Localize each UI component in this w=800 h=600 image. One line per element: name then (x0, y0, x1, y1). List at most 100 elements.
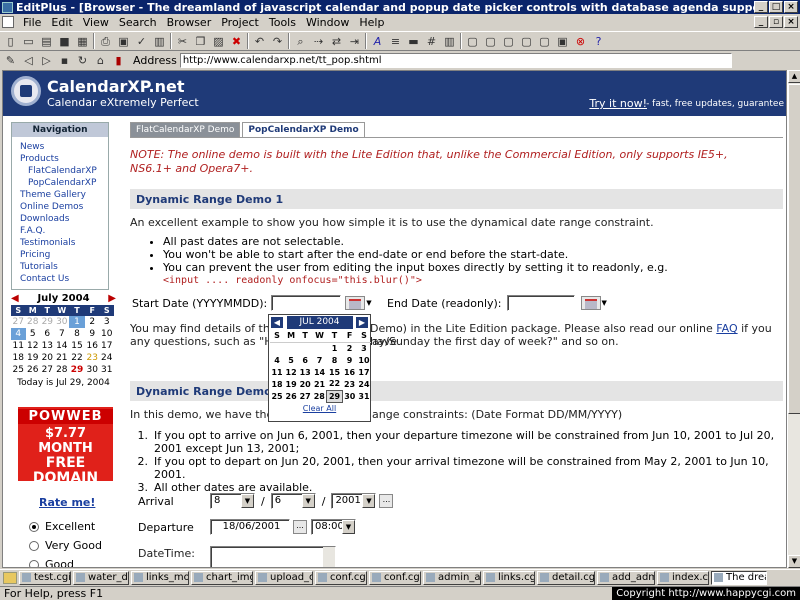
menu-window[interactable]: Window (301, 16, 354, 29)
save-icon[interactable]: ■ (57, 34, 72, 49)
mini-cal-day[interactable]: 26 (26, 364, 41, 376)
nav-item-faq[interactable]: F.A.Q. (20, 225, 108, 237)
mini-cal-day[interactable]: 30 (85, 364, 100, 376)
forward-icon[interactable]: ▷ (39, 53, 54, 68)
popup-day[interactable]: 19 (284, 378, 298, 390)
popup-day[interactable]: 5 (284, 354, 298, 366)
spellcheck-icon[interactable]: ✓ (134, 34, 149, 49)
stop-icon[interactable]: ⊗ (573, 34, 588, 49)
nav-item-products[interactable]: Products (20, 153, 108, 165)
arrival-year-select[interactable]: 2001 ▼ (331, 493, 377, 509)
popup-day[interactable]: 4 (270, 354, 284, 366)
open-remote-icon[interactable]: ▤ (39, 34, 54, 49)
popup-day[interactable]: 11 (270, 366, 284, 378)
arrival-month-select[interactable]: 6 ▼ (270, 493, 316, 509)
mini-cal-day[interactable]: 28 (26, 316, 41, 328)
popup-day[interactable]: 14 (312, 366, 327, 378)
popup-day[interactable]: 31 (357, 390, 371, 402)
start-date-calendar-icon[interactable] (345, 296, 366, 310)
refresh-icon[interactable]: ↻ (75, 53, 90, 68)
menu-help[interactable]: Help (354, 16, 389, 29)
chevron-down-icon[interactable]: ▼ (241, 494, 254, 508)
doc-restore-button[interactable]: ▫ (769, 16, 783, 28)
mini-cal-day[interactable]: 12 (26, 340, 41, 352)
document-tab[interactable]: index.cgi (657, 570, 709, 585)
print-icon[interactable]: ⎙ (98, 34, 113, 49)
mini-cal-day[interactable]: 30 (55, 316, 70, 328)
popup-day[interactable]: 16 (342, 366, 357, 378)
scroll-up-icon[interactable]: ▲ (788, 70, 800, 83)
mini-cal-day[interactable]: 7 (55, 328, 70, 340)
popup-day[interactable]: 29 (326, 389, 343, 403)
scroll-down-icon[interactable]: ▼ (788, 555, 800, 568)
page-vertical-scrollbar[interactable]: ▲ ▼ (787, 70, 800, 568)
mini-cal-next-icon[interactable]: ▶ (108, 293, 116, 304)
mini-cal-day[interactable]: 20 (40, 352, 55, 364)
doc-close-button[interactable]: × (784, 16, 798, 28)
popup-day[interactable]: 10 (357, 354, 371, 366)
popup-day[interactable]: 1 (327, 342, 342, 354)
popup-day[interactable]: 26 (284, 390, 298, 402)
minimize-button[interactable]: _ (754, 1, 768, 13)
mini-cal-day[interactable]: 21 (55, 352, 70, 364)
menu-search[interactable]: Search (114, 16, 162, 29)
mini-cal-day[interactable]: 9 (85, 328, 100, 340)
layout-4-icon[interactable]: ▢ (519, 34, 534, 49)
document-tab[interactable]: test.cgi (19, 570, 71, 585)
nav-item-online-demos[interactable]: Online Demos (20, 201, 108, 213)
clear-all-link[interactable]: Clear All (269, 404, 370, 413)
tab-popcalendarxp-demo[interactable]: PopCalendarXP Demo (242, 122, 365, 138)
mini-cal-day[interactable]: 14 (55, 340, 70, 352)
site-logo-icon[interactable] (11, 76, 41, 106)
ruler-icon[interactable]: ▬ (406, 34, 421, 49)
folder-icon[interactable] (3, 571, 17, 584)
mini-cal-day[interactable]: 4 (11, 328, 26, 340)
dropdown-arrow-icon[interactable]: ▼ (366, 299, 371, 307)
mini-cal-day[interactable]: 16 (85, 340, 100, 352)
departure-date-input[interactable]: 18/06/2001 (210, 519, 290, 535)
popup-prev-month-icon[interactable]: ◀ (271, 317, 283, 328)
radio-excellent[interactable] (29, 521, 39, 532)
chevron-down-icon[interactable]: ▼ (301, 494, 315, 508)
popup-day[interactable]: 23 (342, 378, 357, 390)
mini-cal-day[interactable]: 27 (11, 316, 26, 328)
cut-icon[interactable]: ✂ (175, 34, 190, 49)
stop-load-icon[interactable]: ▪ (57, 53, 72, 68)
mini-cal-day[interactable]: 28 (55, 364, 70, 376)
replace-icon[interactable]: ⇄ (329, 34, 344, 49)
close-button[interactable]: × (784, 1, 798, 13)
line-number-icon[interactable]: # (424, 34, 439, 49)
app-icon[interactable] (2, 1, 13, 13)
menu-project[interactable]: Project (216, 16, 264, 29)
popup-day[interactable]: 21 (312, 378, 327, 390)
mini-cal-day[interactable]: 1 (69, 316, 85, 328)
document-tab[interactable]: water_dir.c (73, 570, 129, 585)
copy-icon[interactable]: ❐ (193, 34, 208, 49)
address-input[interactable]: http://www.calendarxp.net/tt_pop.shtml (179, 53, 732, 68)
popup-next-month-icon[interactable]: ▶ (356, 317, 368, 328)
departure-picker-button[interactable]: ... (293, 520, 307, 534)
mini-cal-day[interactable]: 29 (40, 316, 55, 328)
menu-view[interactable]: View (78, 16, 114, 29)
nav-item-testimonials[interactable]: Testimonials (20, 237, 108, 249)
nav-item-pricing[interactable]: Pricing (20, 249, 108, 261)
nav-item-downloads[interactable]: Downloads (20, 213, 108, 225)
preview-icon[interactable]: ▣ (555, 34, 570, 49)
nav-item-flatcalendarxp[interactable]: FlatCalendarXP (20, 165, 108, 177)
mini-cal-day[interactable]: 5 (26, 328, 41, 340)
menu-browser[interactable]: Browser (162, 16, 217, 29)
chevron-down-icon[interactable]: ▼ (342, 520, 355, 534)
end-date-calendar-icon[interactable] (580, 296, 601, 310)
scroll-thumb[interactable] (788, 84, 800, 414)
nav-item-contact-us[interactable]: Contact Us (20, 273, 108, 285)
find-next-icon[interactable]: ⇢ (311, 34, 326, 49)
mini-cal-day[interactable]: 29 (69, 364, 85, 376)
dropdown-arrow-icon[interactable]: ▼ (602, 299, 607, 307)
tab-flatcalendarxp-demo[interactable]: FlatCalendarXP Demo (130, 122, 241, 138)
document-tab[interactable]: detail.cgi (537, 570, 595, 585)
mini-cal-day[interactable]: 18 (11, 352, 26, 364)
mini-cal-day[interactable]: 31 (99, 364, 114, 376)
rate-option-excellent[interactable]: Excellent (29, 517, 102, 536)
end-date-input[interactable] (506, 295, 575, 311)
mini-cal-day[interactable]: 13 (40, 340, 55, 352)
